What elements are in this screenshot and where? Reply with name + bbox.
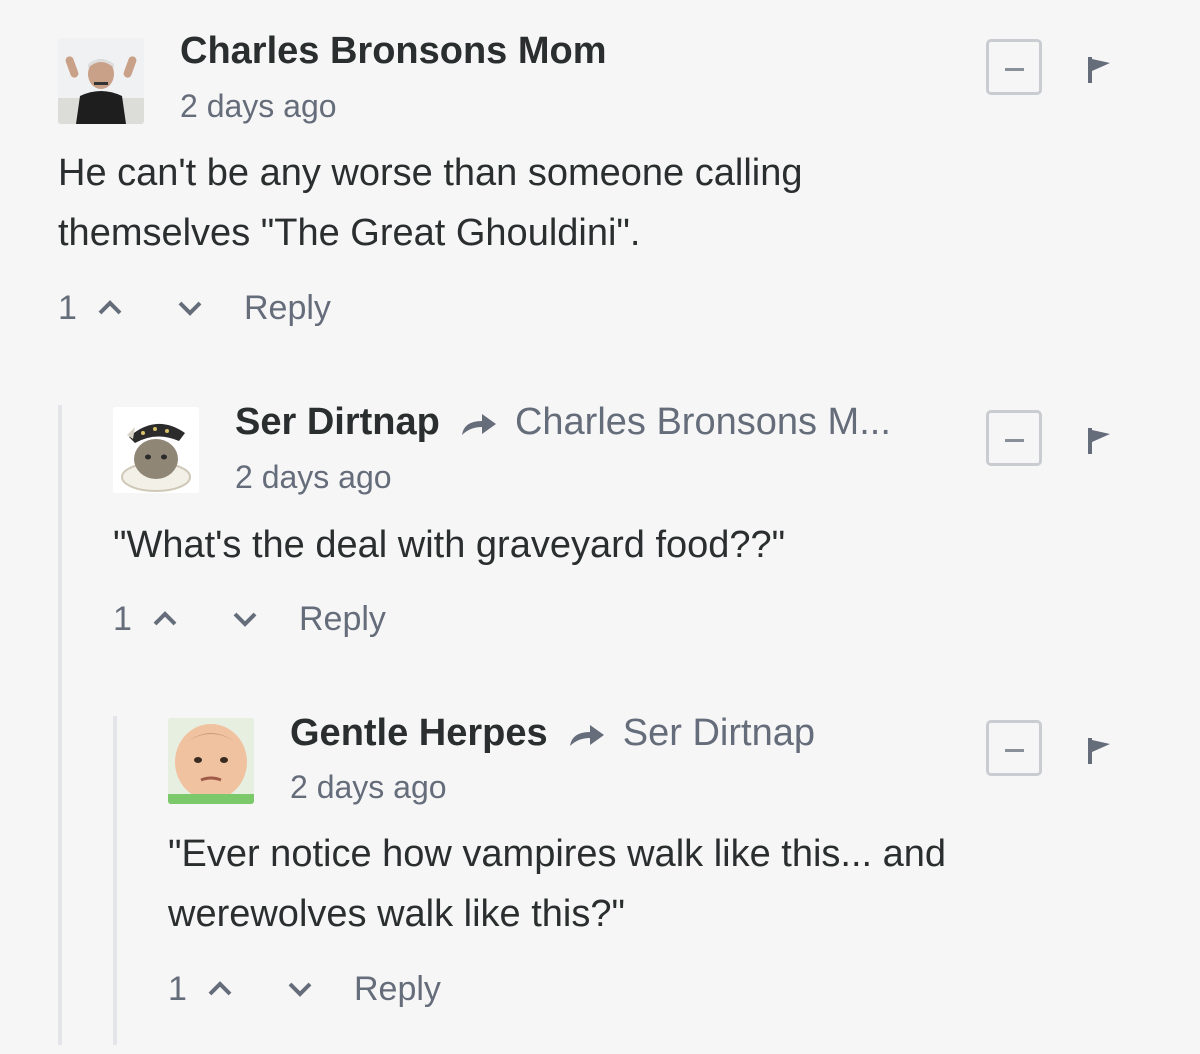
avatar-image bbox=[168, 718, 254, 804]
avatar-image bbox=[113, 407, 199, 493]
author-line: Gentle Herpes Ser Dirtnap bbox=[290, 711, 815, 755]
author-line: Ser Dirtnap Charles Bronsons M... bbox=[235, 400, 891, 444]
vote-count: 1 bbox=[58, 289, 77, 327]
thread-line-level-1 bbox=[58, 405, 62, 1045]
body-line: themselves "The Great Ghouldini". bbox=[58, 212, 641, 254]
thread-line-level-2 bbox=[113, 716, 117, 1045]
timestamp[interactable]: 2 days ago bbox=[290, 767, 447, 807]
author-line: Charles Bronsons Mom bbox=[180, 29, 607, 73]
comment-footer: 1 Reply bbox=[168, 969, 441, 1009]
collapse-button[interactable] bbox=[986, 39, 1042, 95]
comment-footer: 1 Reply bbox=[58, 288, 331, 328]
chevron-down-icon bbox=[178, 301, 202, 316]
reply-to-author[interactable]: Charles Bronsons M... bbox=[515, 401, 891, 443]
reply-arrow-icon bbox=[462, 413, 497, 435]
flag-icon[interactable] bbox=[1084, 736, 1114, 766]
upvote-button[interactable] bbox=[200, 969, 240, 1009]
comment-body: "What's the deal with graveyard food??" bbox=[113, 515, 785, 575]
vote-count: 1 bbox=[113, 600, 132, 638]
avatar[interactable] bbox=[113, 407, 199, 493]
chevron-down-icon bbox=[288, 982, 312, 997]
author-name[interactable]: Ser Dirtnap bbox=[235, 401, 440, 443]
flag-icon[interactable] bbox=[1084, 55, 1114, 85]
upvote-button[interactable] bbox=[145, 599, 185, 639]
chevron-down-icon bbox=[233, 612, 257, 627]
reply-arrow-icon bbox=[570, 724, 605, 746]
downvote-button[interactable] bbox=[280, 969, 320, 1009]
author-name[interactable]: Charles Bronsons Mom bbox=[180, 30, 607, 72]
comment-footer: 1 Reply bbox=[113, 599, 386, 639]
reply-to-author[interactable]: Ser Dirtnap bbox=[623, 712, 815, 754]
body-line: "Ever notice how vampires walk like this… bbox=[168, 833, 947, 875]
reply-button[interactable]: Reply bbox=[299, 599, 386, 639]
author-name[interactable]: Gentle Herpes bbox=[290, 712, 548, 754]
avatar[interactable] bbox=[58, 38, 144, 124]
collapse-button[interactable] bbox=[986, 410, 1042, 466]
body-line: "What's the deal with graveyard food??" bbox=[113, 524, 786, 566]
chevron-up-icon bbox=[153, 611, 177, 626]
flag-icon[interactable] bbox=[1084, 426, 1114, 456]
body-line: He can't be any worse than someone calli… bbox=[58, 152, 803, 194]
avatar[interactable] bbox=[168, 718, 254, 804]
reply-button[interactable]: Reply bbox=[244, 288, 331, 328]
chevron-up-icon bbox=[98, 300, 122, 315]
vote-count: 1 bbox=[168, 970, 187, 1008]
chevron-up-icon bbox=[208, 981, 232, 996]
upvote-button[interactable] bbox=[90, 288, 130, 328]
collapse-button[interactable] bbox=[986, 720, 1042, 776]
reply-button[interactable]: Reply bbox=[354, 969, 441, 1009]
comment-body: He can't be any worse than someone calli… bbox=[58, 143, 802, 263]
downvote-button[interactable] bbox=[225, 599, 265, 639]
timestamp[interactable]: 2 days ago bbox=[180, 86, 337, 126]
body-line: werewolves walk like this?" bbox=[168, 893, 625, 935]
comment-body: "Ever notice how vampires walk like this… bbox=[168, 824, 946, 944]
avatar-image bbox=[58, 38, 144, 124]
downvote-button[interactable] bbox=[170, 288, 210, 328]
timestamp[interactable]: 2 days ago bbox=[235, 457, 392, 497]
